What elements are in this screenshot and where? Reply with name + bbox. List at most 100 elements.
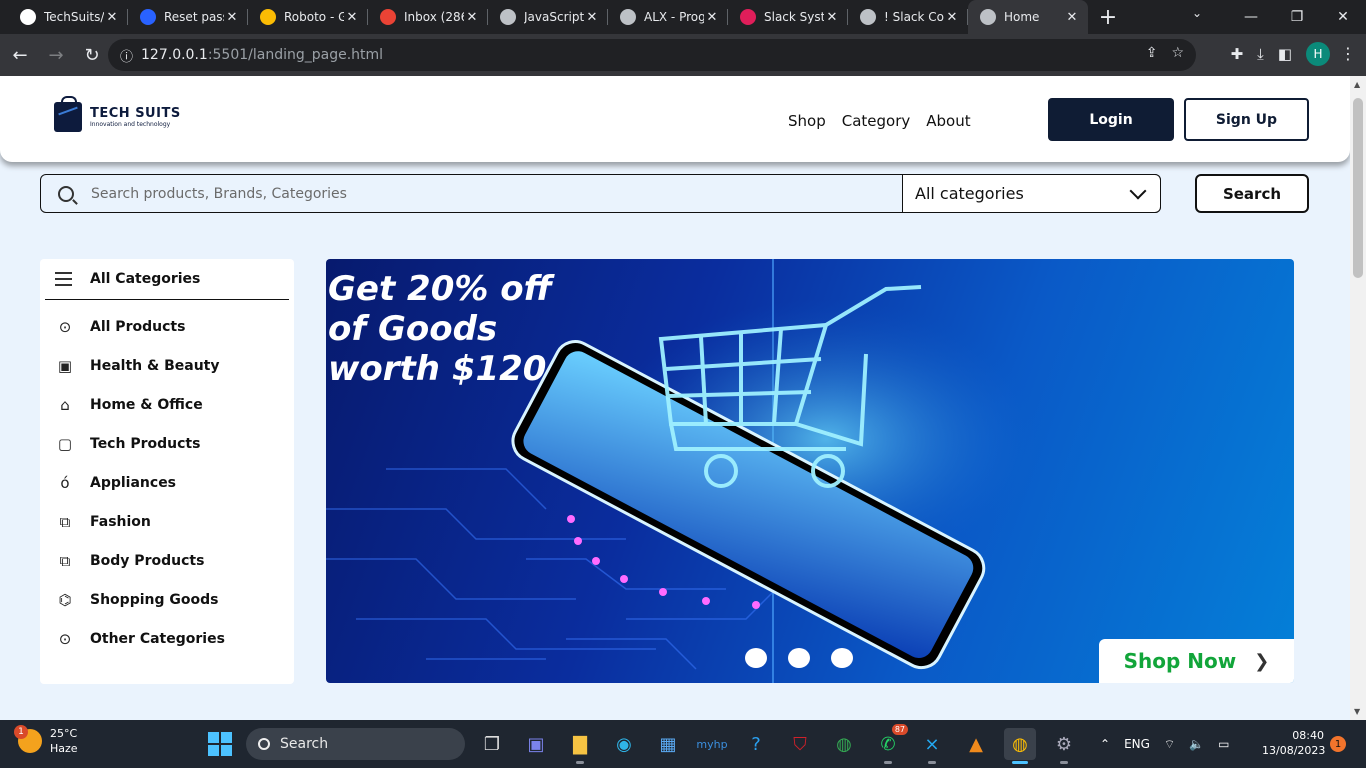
- sidebar-item[interactable]: ▢ Tech Products: [54, 424, 225, 463]
- shop-now-button[interactable]: Shop Now ❯: [1099, 639, 1294, 683]
- menu-kebab-icon[interactable]: ⋮: [1340, 44, 1356, 63]
- close-tab-icon[interactable]: ✕: [1064, 10, 1080, 25]
- login-button[interactable]: Login: [1048, 98, 1174, 141]
- search-button[interactable]: Search: [1195, 174, 1309, 213]
- share-icon[interactable]: ⇪: [1146, 45, 1158, 61]
- carousel-dot-3[interactable]: [831, 648, 853, 668]
- loading-icon: [860, 9, 876, 25]
- close-tab-icon[interactable]: ✕: [584, 10, 600, 25]
- sidebar-item[interactable]: ⊙ All Products: [54, 307, 225, 346]
- browser-tab-strip: TechSuits/✕ Reset pass ✕ Roboto - G ✕ Inbox (…: [0, 0, 1366, 34]
- weather-desc: Haze: [50, 742, 78, 755]
- sidebar-item-label: Body Products: [90, 552, 205, 569]
- browser-tab-title: Home: [1004, 10, 1040, 24]
- carousel-dot-2[interactable]: [788, 648, 810, 668]
- close-tab-icon[interactable]: ✕: [704, 10, 720, 25]
- whatsapp-icon[interactable]: ✆ 87: [872, 724, 908, 764]
- help-icon[interactable]: ?: [740, 728, 772, 760]
- bookmark-star-icon[interactable]: ☆: [1171, 45, 1184, 61]
- reload-icon[interactable]: ↻: [76, 39, 108, 71]
- category-select[interactable]: All categories: [902, 174, 1161, 213]
- carousel-dot-1[interactable]: [745, 648, 767, 668]
- browser-tab[interactable]: Roboto - G ✕: [248, 0, 368, 34]
- close-window-icon[interactable]: ✕: [1320, 9, 1366, 25]
- nav-about[interactable]: About: [926, 112, 970, 130]
- globe-icon: [500, 9, 516, 25]
- signup-button[interactable]: Sign Up: [1184, 98, 1309, 141]
- file-explorer-icon[interactable]: ▇: [564, 728, 596, 764]
- settings-icon[interactable]: ⚙: [1048, 728, 1080, 764]
- browser-tab[interactable]: Reset pass ✕: [128, 0, 248, 34]
- search-input[interactable]: [91, 175, 902, 212]
- browser-tab[interactable]: Slack Syste✕: [728, 0, 848, 34]
- task-view-icon[interactable]: ❐: [476, 728, 508, 760]
- vlc-icon[interactable]: ▲: [960, 728, 992, 760]
- browser-tab[interactable]: ALX - Prog ✕: [608, 0, 728, 34]
- browser-tab[interactable]: ! Slack Con✕: [848, 0, 968, 34]
- browser-tab[interactable]: Home ✕: [968, 0, 1088, 34]
- extensions-icon[interactable]: ✚: [1231, 45, 1244, 63]
- scroll-up-icon[interactable]: ▲: [1354, 80, 1360, 89]
- address-bar[interactable]: ⓘ 127.0.0.1:5501/landing_page.html ⇪ ☆: [108, 39, 1196, 71]
- site-info-icon[interactable]: ⓘ: [120, 46, 133, 65]
- chrome-icon[interactable]: ◍: [828, 728, 860, 760]
- forward-icon[interactable]: →: [40, 39, 72, 71]
- mcafee-icon[interactable]: ⛉: [784, 728, 816, 760]
- taskbar-search[interactable]: Search: [246, 728, 465, 760]
- download-icon[interactable]: ⤓: [1257, 45, 1264, 63]
- close-tab-icon[interactable]: ✕: [344, 10, 360, 25]
- sidebar-item[interactable]: ▣ Health & Beauty: [54, 346, 225, 385]
- nav-category[interactable]: Category: [842, 112, 911, 130]
- hp-icon[interactable]: myhp: [696, 728, 728, 760]
- site-logo[interactable]: TECH SUITS Innovation and technology: [54, 96, 181, 132]
- chrome-profile-icon[interactable]: ◍: [1004, 728, 1036, 764]
- sidebar-item[interactable]: ⌂ Home & Office: [54, 385, 225, 424]
- browser-tab-title: Slack Syste: [764, 10, 824, 24]
- nav-shop[interactable]: Shop: [788, 112, 826, 130]
- sidebar-item[interactable]: ⧉ Fashion: [54, 502, 225, 541]
- browser-tab[interactable]: JavaScript ✕: [488, 0, 608, 34]
- page-scrollbar[interactable]: ▲ ▼: [1350, 76, 1366, 720]
- browser-tab[interactable]: TechSuits/✕: [8, 0, 128, 34]
- show-hidden-icons-icon[interactable]: ⌃: [1100, 737, 1110, 751]
- battery-icon[interactable]: ▭: [1218, 737, 1229, 751]
- tab-search-icon[interactable]: ⌄: [1192, 6, 1202, 20]
- notification-badge[interactable]: 1: [1330, 736, 1346, 752]
- weather-widget[interactable]: 1 25°C Haze: [14, 725, 78, 756]
- sidebar-item[interactable]: ό Appliances: [54, 463, 225, 502]
- scrollbar-thumb[interactable]: [1353, 98, 1363, 278]
- new-tab-button[interactable]: +: [1088, 5, 1128, 30]
- sidebar-item-label: Fashion: [90, 513, 151, 530]
- volume-icon[interactable]: 🔈: [1189, 737, 1204, 751]
- edge-icon[interactable]: ◉: [608, 728, 640, 760]
- apple-icon: ό: [60, 473, 70, 492]
- window-controls: — ❐ ✕: [1228, 0, 1366, 34]
- sidebar-header[interactable]: All Categories: [45, 259, 289, 300]
- sidebar-item[interactable]: ⌬ Shopping Goods: [54, 580, 225, 619]
- close-tab-icon[interactable]: ✕: [824, 10, 840, 25]
- sidebar-item[interactable]: ⊙ Other Categories: [54, 619, 225, 658]
- close-tab-icon[interactable]: ✕: [104, 10, 120, 25]
- minimize-icon[interactable]: —: [1228, 9, 1274, 25]
- profile-avatar[interactable]: H: [1306, 42, 1330, 66]
- browser-tab-title: Roboto - G: [284, 10, 344, 24]
- windows-start-icon[interactable]: [208, 732, 232, 756]
- maximize-icon[interactable]: ❐: [1274, 9, 1320, 25]
- clock[interactable]: 08:40 13/08/2023: [1262, 728, 1325, 758]
- sidebar-item[interactable]: ⧉ Body Products: [54, 541, 225, 580]
- browser-tab-title: TechSuits/: [44, 10, 104, 24]
- store-icon[interactable]: ▦: [652, 728, 684, 760]
- scroll-down-icon[interactable]: ▼: [1354, 707, 1360, 716]
- meet-icon[interactable]: ▣: [520, 728, 552, 760]
- dots-circle-icon: ⊙: [58, 317, 72, 336]
- close-tab-icon[interactable]: ✕: [944, 10, 960, 25]
- page-viewport: TECH SUITS Innovation and technology Sho…: [0, 76, 1350, 720]
- side-panel-icon[interactable]: ◧: [1278, 45, 1292, 63]
- language-indicator[interactable]: ENG: [1124, 737, 1150, 751]
- close-tab-icon[interactable]: ✕: [464, 10, 480, 25]
- wifi-icon[interactable]: ⌔: [1164, 737, 1175, 752]
- close-tab-icon[interactable]: ✕: [224, 10, 240, 25]
- browser-tab[interactable]: Inbox (286 ✕: [368, 0, 488, 34]
- back-icon[interactable]: ←: [4, 39, 36, 71]
- vscode-icon[interactable]: ⨯: [916, 728, 948, 764]
